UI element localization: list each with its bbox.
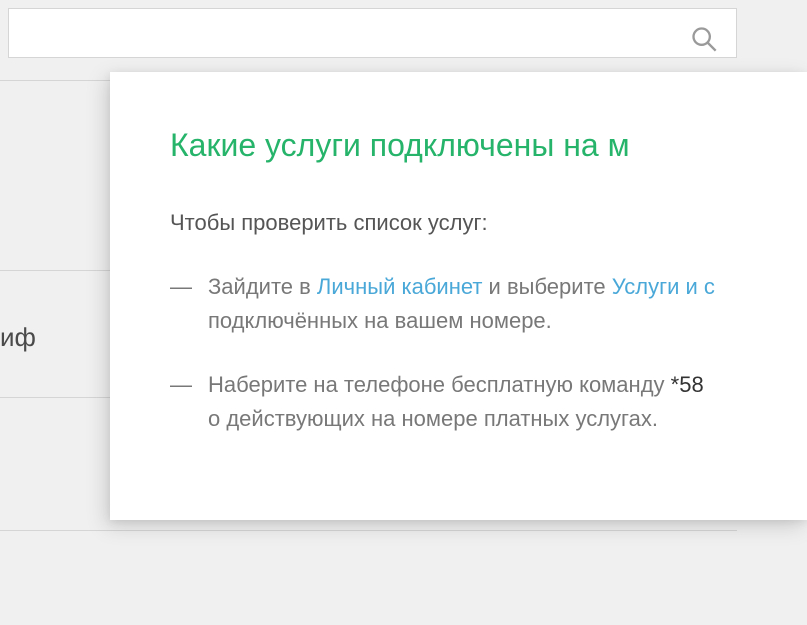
link-personal-cabinet[interactable]: Личный кабинет: [317, 274, 483, 299]
instruction-list: Зайдите в Личный кабинет и выберите Услу…: [170, 270, 807, 436]
list-item: Зайдите в Личный кабинет и выберите Услу…: [170, 270, 807, 338]
background-panel: иф Какие услуги подключены на м Чтобы пр…: [0, 0, 807, 625]
sidebar-label-fragment: иф: [0, 322, 36, 353]
link-services[interactable]: Услуги и с: [612, 274, 715, 299]
list-item: Наберите на телефоне бесплатную команду …: [170, 368, 807, 436]
text: о действующих на номере платных услугах.: [208, 406, 658, 431]
text: и выберите: [482, 274, 611, 299]
info-card: Какие услуги подключены на м Чтобы прове…: [110, 72, 807, 520]
text: Наберите на телефоне бесплатную команду: [208, 372, 671, 397]
text: подключённых на вашем номере.: [208, 308, 552, 333]
search-icon[interactable]: [690, 25, 718, 58]
ussd-command: *58: [671, 372, 704, 397]
divider: [0, 530, 737, 531]
search-bar[interactable]: [8, 8, 737, 58]
card-intro: Чтобы проверить список услуг:: [170, 210, 807, 236]
card-title: Какие услуги подключены на м: [170, 127, 807, 164]
text: Зайдите в: [208, 274, 317, 299]
